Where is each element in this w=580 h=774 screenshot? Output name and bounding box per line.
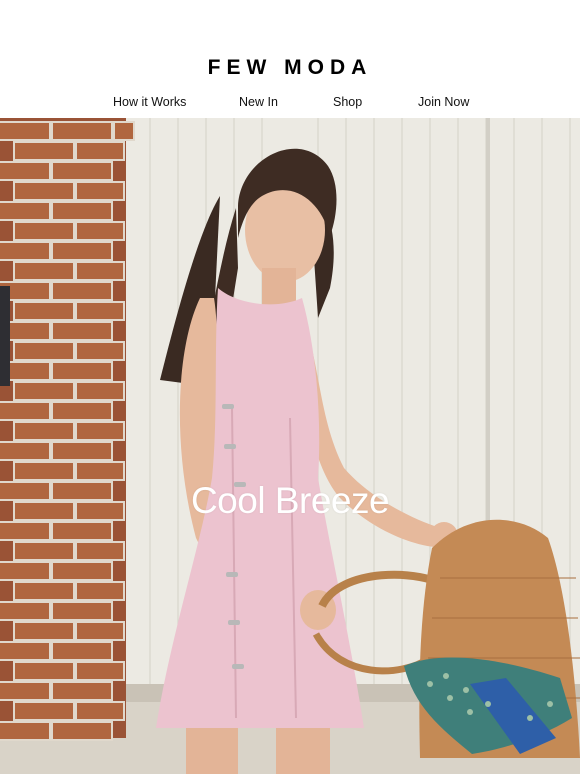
nav-link-new-in[interactable]: New In (239, 95, 278, 109)
email-header: FEW MODA How it Works New In Shop Join N… (0, 0, 580, 118)
hero-headline: Cool Breeze (190, 480, 390, 521)
brand-logo[interactable]: FEW MODA (0, 56, 580, 80)
nav-link-shop[interactable]: Shop (333, 95, 362, 109)
main-nav: How it Works New In Shop Join Now (0, 95, 580, 111)
hero-image (0, 118, 580, 774)
nav-link-how-it-works[interactable]: How it Works (113, 95, 186, 109)
hero-banner[interactable]: Cool Breeze (0, 118, 580, 774)
nav-link-join-now[interactable]: Join Now (418, 95, 469, 109)
